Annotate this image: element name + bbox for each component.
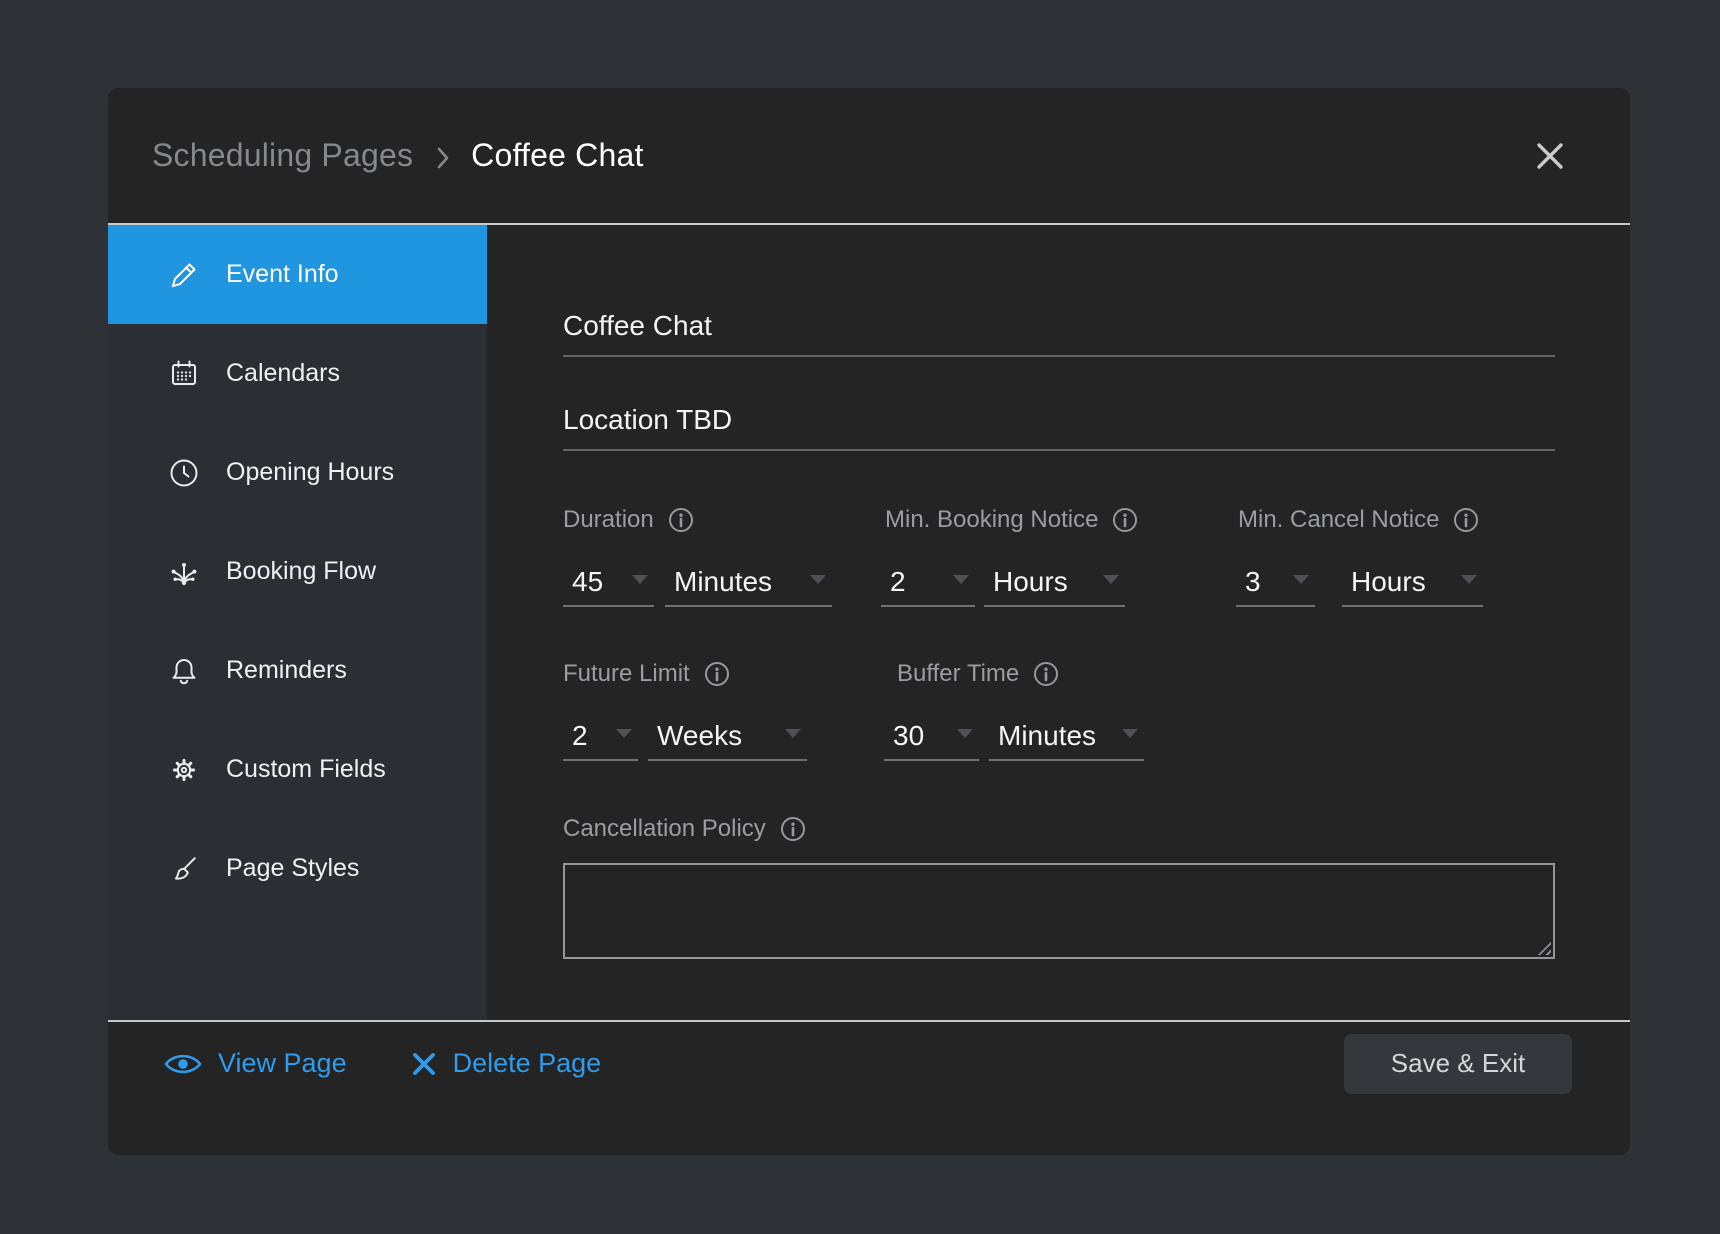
paintbrush-icon	[168, 853, 200, 885]
min-cancel-notice-unit-select[interactable]: Hours	[1342, 564, 1483, 607]
future-limit-label: Future Limit	[563, 659, 897, 689]
chevron-down-icon	[810, 575, 826, 584]
sidebar-item-page-styles[interactable]: Page Styles	[108, 819, 487, 918]
sidebar-item-label: Custom Fields	[226, 755, 386, 784]
sidebar: Event Info Calendars	[108, 225, 487, 1020]
min-booking-notice-label: Min. Booking Notice	[885, 505, 1238, 535]
event-name-input[interactable]	[563, 309, 1555, 357]
modal-header: Scheduling Pages Coffee Chat	[108, 88, 1630, 225]
breadcrumb-chevron-icon	[435, 143, 451, 173]
close-icon[interactable]	[1528, 134, 1572, 178]
chevron-down-icon	[1103, 575, 1119, 584]
chevron-down-icon	[953, 575, 969, 584]
sidebar-item-opening-hours[interactable]: Opening Hours	[108, 423, 487, 522]
duration-label: Duration	[563, 505, 885, 535]
chevron-down-icon	[616, 729, 632, 738]
info-icon[interactable]	[668, 507, 694, 533]
info-icon[interactable]	[704, 661, 730, 687]
view-page-link[interactable]: View Page	[163, 1048, 347, 1079]
info-icon[interactable]	[1112, 507, 1138, 533]
clock-icon	[168, 457, 200, 489]
bell-icon	[168, 655, 200, 687]
delete-x-icon	[410, 1050, 438, 1078]
buffer-time-label: Buffer Time	[897, 659, 1059, 689]
min-booking-notice-unit-select[interactable]: Hours	[984, 564, 1125, 607]
sidebar-item-label: Event Info	[226, 260, 339, 289]
sidebar-item-label: Page Styles	[226, 854, 359, 883]
sidebar-item-label: Opening Hours	[226, 458, 394, 487]
gear-icon	[168, 754, 200, 786]
info-icon[interactable]	[780, 816, 806, 842]
sidebar-item-calendars[interactable]: Calendars	[108, 324, 487, 423]
sidebar-item-event-info[interactable]: Event Info	[108, 225, 487, 324]
chevron-down-icon	[1122, 729, 1138, 738]
min-cancel-notice-label: Min. Cancel Notice	[1238, 505, 1479, 535]
sidebar-item-reminders[interactable]: Reminders	[108, 621, 487, 720]
calendar-icon	[168, 358, 200, 390]
sidebar-item-booking-flow[interactable]: Booking Flow	[108, 522, 487, 621]
chevron-down-icon	[1293, 575, 1309, 584]
event-info-panel: Duration Min. Booking Notice Min. Cancel…	[487, 225, 1630, 1020]
chevron-down-icon	[957, 729, 973, 738]
pencil-icon	[168, 259, 200, 291]
duration-unit-select[interactable]: Minutes	[665, 564, 832, 607]
modal-footer: View Page Delete Page Save & Exit	[108, 1020, 1630, 1155]
cancellation-policy-label: Cancellation Policy	[563, 814, 806, 844]
sidebar-item-label: Booking Flow	[226, 557, 376, 586]
future-limit-unit-select[interactable]: Weeks	[648, 718, 807, 761]
breadcrumb-scheduling-pages[interactable]: Scheduling Pages	[152, 137, 413, 174]
min-booking-notice-value-select[interactable]: 2	[881, 564, 975, 607]
future-limit-value-select[interactable]: 2	[563, 718, 638, 761]
info-icon[interactable]	[1033, 661, 1059, 687]
info-icon[interactable]	[1453, 507, 1479, 533]
duration-value-select[interactable]: 45	[563, 564, 654, 607]
location-input[interactable]	[563, 403, 1555, 451]
buffer-time-unit-select[interactable]: Minutes	[989, 718, 1144, 761]
page-title: Coffee Chat	[471, 137, 643, 174]
modal-body: Event Info Calendars	[108, 225, 1630, 1020]
flow-icon	[168, 556, 200, 588]
min-cancel-notice-value-select[interactable]: 3	[1236, 564, 1315, 607]
chevron-down-icon	[1461, 575, 1477, 584]
sidebar-item-label: Reminders	[226, 656, 347, 685]
cancellation-policy-textarea[interactable]	[563, 863, 1555, 959]
delete-page-link[interactable]: Delete Page	[410, 1048, 602, 1079]
chevron-down-icon	[785, 729, 801, 738]
save-exit-button[interactable]: Save & Exit	[1344, 1034, 1572, 1094]
buffer-time-value-select[interactable]: 30	[884, 718, 979, 761]
sidebar-item-label: Calendars	[226, 359, 340, 388]
scheduling-page-editor-modal: Scheduling Pages Coffee Chat Event Info	[108, 88, 1630, 1155]
sidebar-item-custom-fields[interactable]: Custom Fields	[108, 720, 487, 819]
chevron-down-icon	[632, 575, 648, 584]
eye-icon	[163, 1050, 203, 1078]
